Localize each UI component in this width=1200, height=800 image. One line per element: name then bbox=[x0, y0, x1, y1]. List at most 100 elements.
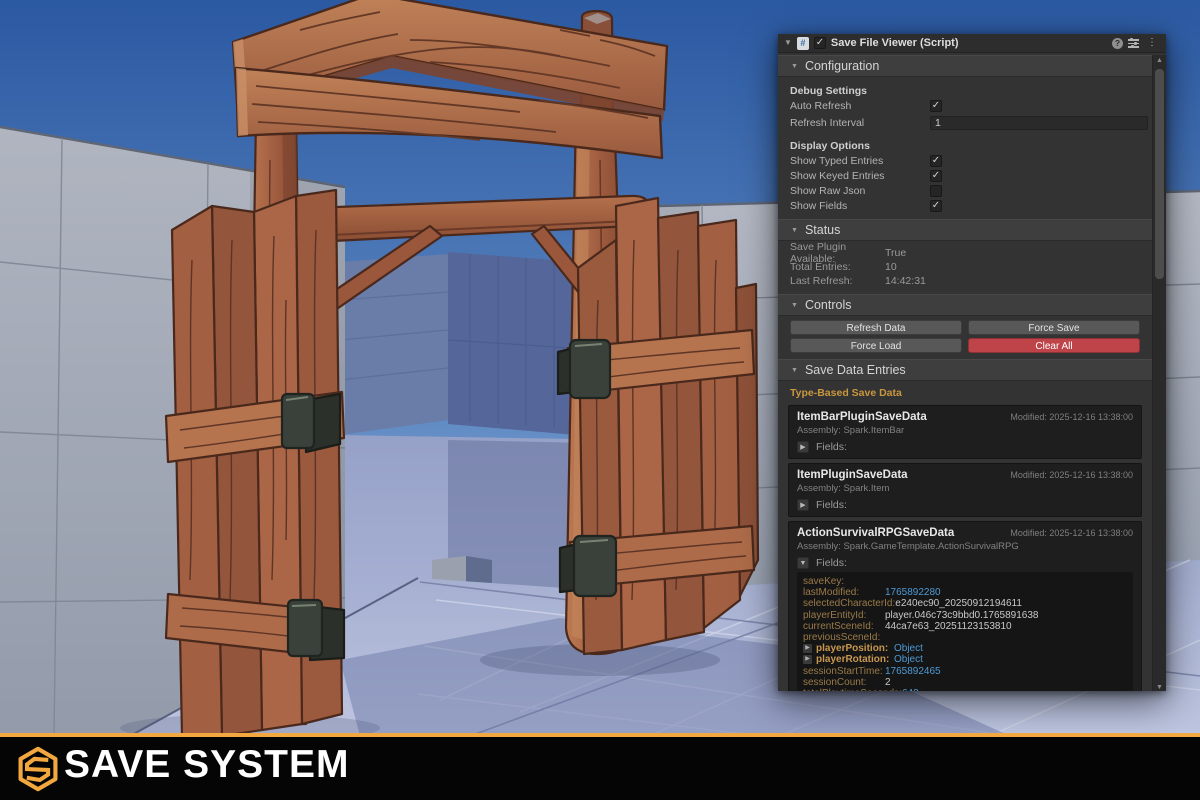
entry-modified: Modified: 2025-12-16 13:38:00 bbox=[1010, 412, 1133, 422]
auto-refresh-checkbox[interactable] bbox=[930, 100, 942, 112]
field-key: playerRotation: bbox=[816, 654, 894, 665]
force-save-button[interactable]: Force Save bbox=[968, 320, 1140, 335]
toggle-label: Show Fields bbox=[790, 200, 930, 212]
section-title: Configuration bbox=[805, 59, 879, 73]
field-row: saveKey: bbox=[803, 576, 1127, 587]
fields-foldout-icon[interactable]: ▶ bbox=[797, 441, 809, 453]
hinge-lower-left bbox=[288, 600, 322, 656]
expand-icon[interactable]: ▶ bbox=[803, 644, 812, 653]
show-keyed-entries-checkbox[interactable] bbox=[930, 170, 942, 182]
context-menu-icon[interactable]: ⋮ bbox=[1144, 38, 1160, 48]
refresh-interval-input[interactable] bbox=[930, 116, 1148, 130]
field-row: currentSceneId: 44ca7e63_20251123153810 bbox=[803, 621, 1127, 632]
fields-foldout-icon[interactable]: ▶ bbox=[797, 499, 809, 511]
component-foldout-icon[interactable]: ▼ bbox=[784, 39, 792, 47]
field-value: 44ca7e63_20251123153810 bbox=[885, 621, 1012, 632]
fields-label: Fields: bbox=[816, 499, 847, 511]
field-row: sessionStartTime: 1765892465 bbox=[803, 666, 1127, 677]
field-row: ▶ playerRotation: Object bbox=[803, 654, 1127, 665]
component-enabled-checkbox[interactable] bbox=[814, 37, 826, 49]
display-options-header: Display Options bbox=[790, 140, 1148, 153]
refresh-interval-label: Refresh Interval bbox=[790, 117, 930, 129]
field-key: lastModified: bbox=[803, 587, 885, 598]
entry-assembly: Assembly: Spark.ItemBar bbox=[797, 425, 1133, 437]
section-title: Save Data Entries bbox=[805, 363, 906, 377]
refresh-data-button[interactable]: Refresh Data bbox=[790, 320, 962, 335]
entry-modified: Modified: 2025-12-16 13:38:00 bbox=[1010, 528, 1133, 538]
field-row: ▶ playerPosition: Object bbox=[803, 643, 1127, 654]
show-fields-checkbox[interactable] bbox=[930, 200, 942, 212]
field-value: Object bbox=[894, 654, 923, 665]
script-icon: # bbox=[797, 37, 809, 50]
field-value: 643 bbox=[902, 688, 919, 691]
field-row: previousSceneId: bbox=[803, 632, 1127, 643]
section-status[interactable]: ▼ Status bbox=[778, 219, 1152, 241]
foldout-icon: ▼ bbox=[791, 367, 798, 374]
fields-foldout-icon[interactable]: ▼ bbox=[797, 557, 809, 569]
section-title: Status bbox=[805, 223, 840, 237]
save-entry-card: ActionSurvivalRPGSaveData Modified: 2025… bbox=[788, 521, 1142, 691]
fields-label: Fields: bbox=[816, 441, 847, 453]
expand-icon[interactable]: ▶ bbox=[803, 655, 812, 664]
field-value: e240ec90_20250912194611 bbox=[895, 598, 1022, 609]
field-row: selectedCharacterId: e240ec90_2025091219… bbox=[803, 598, 1127, 609]
field-row: lastModified: 1765892280 bbox=[803, 587, 1127, 598]
field-key: playerEntityId: bbox=[803, 610, 885, 621]
field-value: 2 bbox=[885, 677, 891, 688]
refresh-interval-row: Refresh Interval bbox=[790, 115, 1148, 131]
field-row: totalPlaytimeSeconds: 643 bbox=[803, 688, 1127, 691]
field-key: totalPlaytimeSeconds: bbox=[803, 688, 902, 691]
foldout-icon: ▼ bbox=[791, 227, 798, 234]
section-save-data-entries[interactable]: ▼ Save Data Entries bbox=[778, 359, 1152, 381]
force-load-button[interactable]: Force Load bbox=[790, 338, 962, 353]
field-value: player.046c73c9bbd0.1765891638 bbox=[885, 610, 1038, 621]
toggle-row: Show Keyed Entries bbox=[790, 168, 1148, 183]
entry-name: ActionSurvivalRPGSaveData bbox=[797, 527, 954, 539]
entry-modified: Modified: 2025-12-16 13:38:00 bbox=[1010, 470, 1133, 480]
scrollbar-thumb[interactable] bbox=[1155, 69, 1164, 279]
debug-settings-header: Debug Settings bbox=[790, 85, 1148, 98]
save-system-logo bbox=[16, 746, 60, 792]
status-label: Total Entries: bbox=[790, 261, 885, 273]
clear-all-button[interactable]: Clear All bbox=[968, 338, 1140, 353]
field-value: 1765892465 bbox=[885, 666, 941, 677]
save-entry-card: ItemPluginSaveData Modified: 2025-12-16 … bbox=[788, 463, 1142, 517]
status-label: Last Refresh: bbox=[790, 275, 885, 287]
left-door bbox=[166, 190, 344, 736]
scroll-up-icon[interactable]: ▲ bbox=[1153, 57, 1166, 64]
field-key: sessionCount: bbox=[803, 677, 885, 688]
component-header[interactable]: ▼ # Save File Viewer (Script) ? ⋮ bbox=[778, 34, 1166, 53]
presets-icon[interactable] bbox=[1128, 38, 1139, 48]
section-configuration[interactable]: ▼ Configuration bbox=[778, 55, 1152, 77]
entry-assembly: Assembly: Spark.Item bbox=[797, 483, 1133, 495]
field-key: sessionStartTime: bbox=[803, 666, 885, 677]
fields-label: Fields: bbox=[816, 557, 847, 569]
show-raw-json-checkbox[interactable] bbox=[930, 185, 942, 197]
status-value: 14:42:31 bbox=[885, 275, 926, 287]
field-key: saveKey: bbox=[803, 576, 885, 587]
save-entry-card: ItemBarPluginSaveData Modified: 2025-12-… bbox=[788, 405, 1142, 459]
toggle-label: Show Raw Json bbox=[790, 185, 930, 197]
status-row: Total Entries: 10 bbox=[778, 260, 1152, 274]
status-row: Last Refresh: 14:42:31 bbox=[778, 274, 1152, 288]
toggle-label: Show Typed Entries bbox=[790, 155, 930, 167]
hinge-upper-right bbox=[570, 340, 610, 398]
fields-box: saveKey: lastModified: 1765892280 select… bbox=[797, 572, 1133, 691]
auto-refresh-label: Auto Refresh bbox=[790, 100, 930, 112]
type-based-group-label: Type-Based Save Data bbox=[790, 387, 1140, 400]
help-icon[interactable]: ? bbox=[1112, 38, 1123, 49]
field-value: Object bbox=[894, 643, 923, 654]
panel-scrollbar[interactable]: ▲ ▼ bbox=[1152, 55, 1166, 691]
foldout-icon: ▼ bbox=[791, 63, 798, 70]
section-controls[interactable]: ▼ Controls bbox=[778, 294, 1152, 316]
field-key: currentSceneId: bbox=[803, 621, 885, 632]
banner-title: SAVE SYSTEM bbox=[64, 743, 350, 787]
status-value: 10 bbox=[885, 261, 897, 273]
show-typed-entries-checkbox[interactable] bbox=[930, 155, 942, 167]
field-row: playerEntityId: player.046c73c9bbd0.1765… bbox=[803, 610, 1127, 621]
hinge-lower-right bbox=[574, 536, 616, 596]
field-key: selectedCharacterId: bbox=[803, 598, 895, 609]
foldout-icon: ▼ bbox=[791, 302, 798, 309]
toggle-row: Show Raw Json bbox=[790, 183, 1148, 198]
scroll-down-icon[interactable]: ▼ bbox=[1153, 684, 1166, 691]
